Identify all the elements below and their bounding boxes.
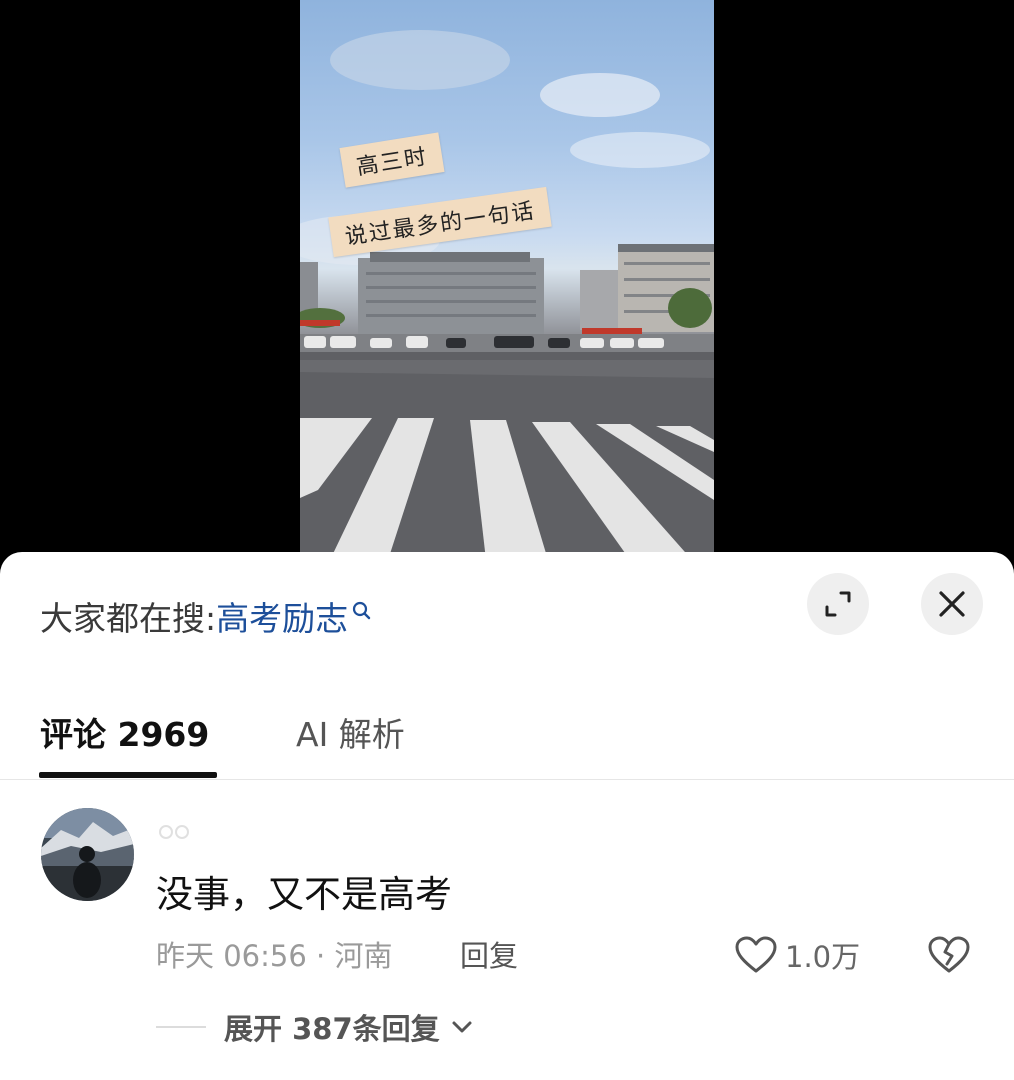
username[interactable] bbox=[158, 824, 198, 840]
search-icon[interactable] bbox=[352, 590, 372, 629]
chevron-down-icon bbox=[452, 1021, 472, 1033]
like-button[interactable]: 1.0万 bbox=[735, 934, 860, 976]
search-suggestion-label: 大家都在搜: bbox=[40, 599, 217, 638]
comment-item: 没事，又不是高考 昨天 06:56 · 河南 回复 1.0万 展开 387条回复 bbox=[0, 806, 1014, 1080]
close-button[interactable] bbox=[921, 573, 983, 635]
dislike-button[interactable] bbox=[928, 936, 970, 978]
comment-text: 没事，又不是高考 bbox=[156, 873, 452, 916]
search-suggestion[interactable]: 大家都在搜: 高考励志 bbox=[40, 592, 372, 640]
expand-replies-button[interactable]: 展开 387条回复 bbox=[156, 1006, 474, 1048]
video-frame[interactable]: 高三时 说过最多的一句话 bbox=[300, 0, 714, 560]
divider-line bbox=[156, 1026, 206, 1028]
reply-button[interactable]: 回复 bbox=[460, 933, 518, 975]
video-player[interactable]: 高三时 说过最多的一句话 bbox=[0, 0, 1014, 560]
video-scene bbox=[300, 30, 714, 560]
broken-heart-icon bbox=[928, 936, 970, 973]
active-tab-indicator bbox=[39, 772, 217, 778]
expand-button[interactable] bbox=[807, 573, 869, 635]
close-icon bbox=[939, 591, 965, 617]
heart-icon bbox=[735, 936, 777, 973]
comment-sheet: 大家都在搜: 高考励志 评论 2969 AI 解析 没事，又不是高考 昨天 06… bbox=[0, 552, 1014, 1080]
avatar[interactable] bbox=[41, 808, 134, 901]
tab-ai-analysis[interactable]: AI 解析 bbox=[296, 708, 405, 756]
expand-icon bbox=[825, 591, 851, 617]
tab-comments[interactable]: 评论 2969 bbox=[40, 708, 209, 756]
tab-bar: 评论 2969 AI 解析 bbox=[0, 702, 1014, 780]
comment-meta: 昨天 06:56 · 河南 bbox=[156, 939, 393, 973]
search-suggestion-keyword[interactable]: 高考励志 bbox=[216, 592, 348, 640]
like-count: 1.0万 bbox=[785, 940, 861, 974]
expand-replies-label: 展开 387条回复 bbox=[224, 1012, 440, 1046]
